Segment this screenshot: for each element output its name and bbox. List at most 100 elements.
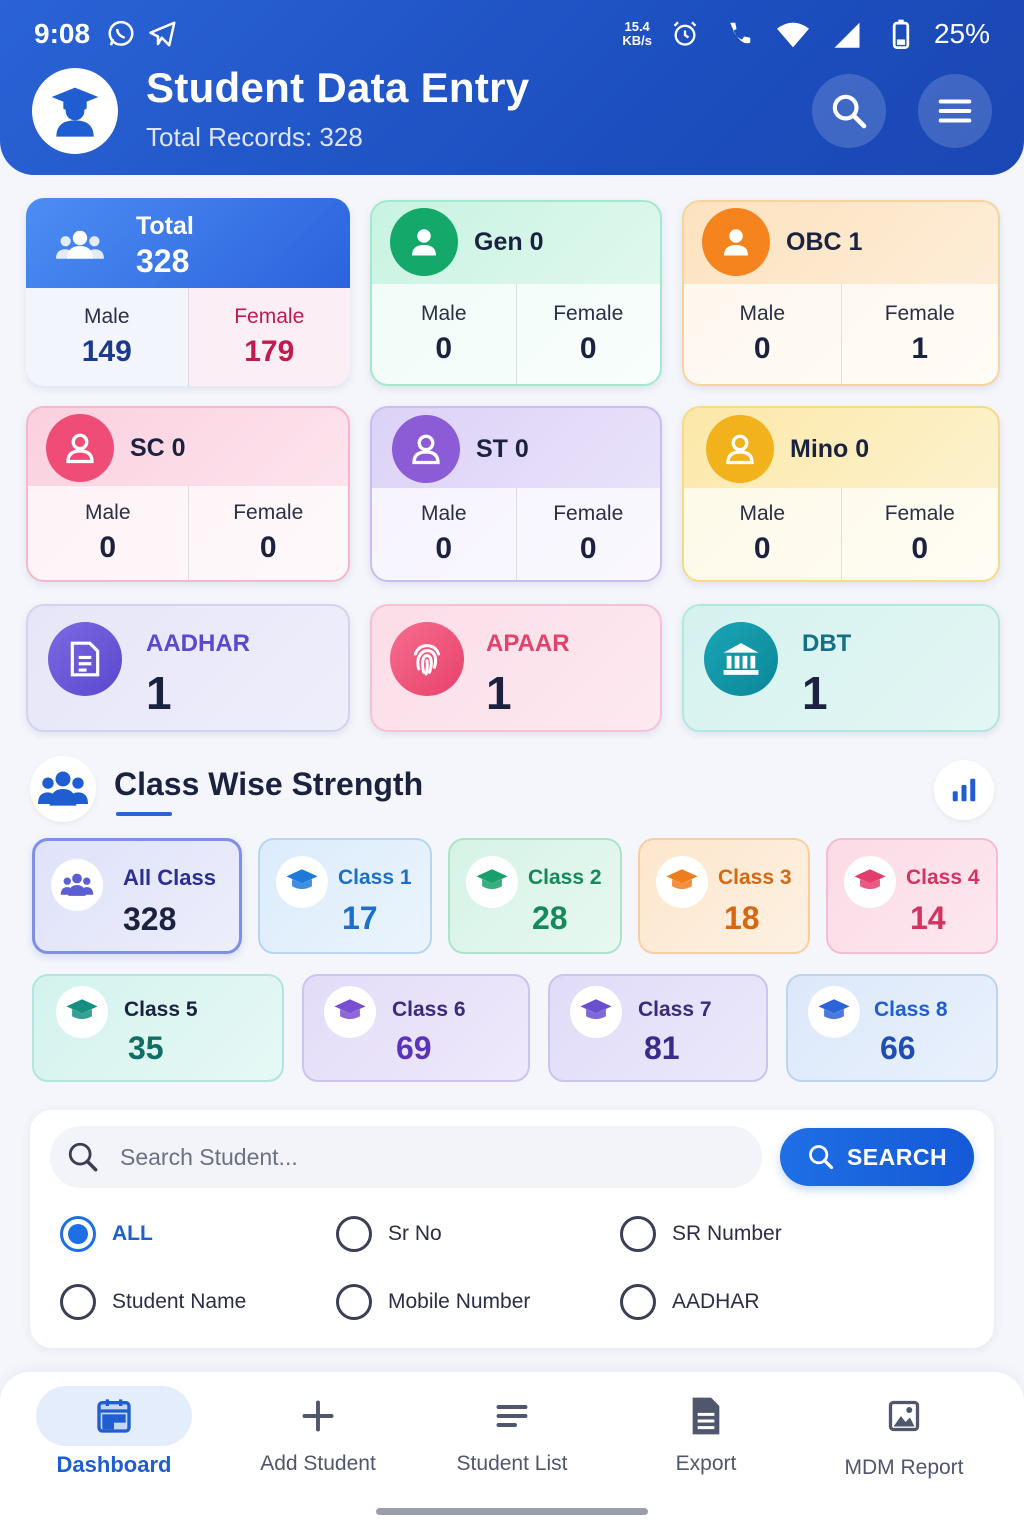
obc-female-value: 1 bbox=[911, 332, 929, 365]
image-icon bbox=[888, 1400, 920, 1432]
sc-male-value: 0 bbox=[99, 531, 117, 564]
total-card[interactable]: Total 328 Male 149 Female 179 bbox=[26, 198, 350, 386]
radio-label: Sr No bbox=[388, 1222, 442, 1245]
st-card[interactable]: ST 0 Male 0 Female 0 bbox=[370, 406, 662, 582]
aadhar-value: 1 bbox=[146, 667, 172, 719]
class-tile-1[interactable]: Class 1 17 bbox=[258, 838, 432, 954]
sc-user-icon bbox=[46, 414, 114, 482]
radio-button[interactable] bbox=[336, 1216, 372, 1252]
hamburger-menu-icon bbox=[938, 99, 972, 123]
wifi-icon bbox=[776, 17, 810, 51]
nav-label: Student List bbox=[456, 1452, 568, 1475]
nav-label: MDM Report bbox=[844, 1456, 964, 1479]
st-male-label: Male bbox=[420, 502, 467, 525]
page-title: Student Data Entry bbox=[146, 64, 530, 111]
sc-label: SC 0 bbox=[130, 433, 186, 462]
sc-male-label: Male bbox=[84, 501, 131, 524]
aadhar-card[interactable]: AADHAR 1 bbox=[26, 604, 350, 732]
st-female-value: 0 bbox=[579, 532, 597, 565]
class-tile-7[interactable]: Class 7 81 bbox=[548, 974, 768, 1082]
class-tile-3[interactable]: Class 3 18 bbox=[638, 838, 810, 954]
st-user-icon bbox=[392, 415, 460, 483]
nav-mdm-report[interactable]: MDM Report bbox=[802, 1372, 1006, 1492]
nav-export[interactable]: Export bbox=[604, 1372, 808, 1492]
radio-sr-no[interactable]: Sr No bbox=[336, 1216, 442, 1252]
radio-label: AADHAR bbox=[672, 1290, 760, 1313]
radio-button[interactable] bbox=[60, 1216, 96, 1252]
search-icon bbox=[832, 94, 867, 129]
search-field[interactable] bbox=[50, 1126, 762, 1188]
gen-female-value: 0 bbox=[579, 332, 597, 365]
nav-student-list[interactable]: Student List bbox=[410, 1372, 614, 1492]
gen-male-label: Male bbox=[420, 302, 467, 325]
graduation-cap-icon bbox=[466, 856, 518, 908]
class-tile-8[interactable]: Class 8 66 bbox=[786, 974, 998, 1082]
students-group-icon bbox=[52, 218, 108, 274]
mino-card[interactable]: Mino 0 Male 0 Female 0 bbox=[682, 406, 1000, 582]
search-icon bbox=[809, 1145, 834, 1170]
radio-student-name[interactable]: Student Name bbox=[60, 1284, 246, 1320]
class-tile-all[interactable]: All Class 328 bbox=[32, 838, 242, 954]
apaar-card[interactable]: APAAR 1 bbox=[370, 604, 662, 732]
radio-aadhar[interactable]: AADHAR bbox=[620, 1284, 760, 1320]
class-tile-6[interactable]: Class 6 69 bbox=[302, 974, 530, 1082]
graduation-cap-icon bbox=[844, 856, 896, 908]
radio-button[interactable] bbox=[620, 1284, 656, 1320]
graduation-cap-icon bbox=[324, 986, 376, 1038]
nav-add-student[interactable]: Add Student bbox=[216, 1372, 420, 1492]
obc-male-value: 0 bbox=[753, 332, 771, 365]
search-icon bbox=[68, 1142, 98, 1172]
home-indicator[interactable] bbox=[376, 1508, 648, 1515]
plus-icon bbox=[302, 1400, 334, 1432]
chart-button[interactable] bbox=[934, 760, 994, 820]
radio-button[interactable] bbox=[60, 1284, 96, 1320]
battery-icon bbox=[884, 17, 918, 51]
st-male-value: 0 bbox=[435, 532, 453, 565]
total-male-value: 149 bbox=[81, 335, 132, 368]
list-icon bbox=[496, 1405, 528, 1427]
sc-card[interactable]: SC 0 Male 0 Female 0 bbox=[26, 406, 350, 582]
class-tile-4[interactable]: Class 4 14 bbox=[826, 838, 998, 954]
status-time: 9:08 bbox=[34, 18, 91, 49]
search-panel: SEARCH ALL Sr No SR Number Student Name … bbox=[30, 1110, 994, 1348]
class-tile-value: 81 bbox=[644, 1030, 680, 1066]
section-title: Class Wise Strength bbox=[114, 766, 424, 802]
radio-sr-number[interactable]: SR Number bbox=[620, 1216, 782, 1252]
search-button-header[interactable] bbox=[812, 74, 886, 148]
bank-icon bbox=[704, 622, 778, 696]
search-submit-button[interactable]: SEARCH bbox=[780, 1128, 974, 1186]
obc-female-label: Female bbox=[884, 302, 955, 325]
mino-male-value: 0 bbox=[753, 532, 771, 565]
class-tile-5[interactable]: Class 5 35 bbox=[32, 974, 284, 1082]
total-male-label: Male bbox=[83, 305, 130, 328]
menu-button[interactable] bbox=[918, 74, 992, 148]
nav-dashboard[interactable]: Dashboard bbox=[12, 1372, 216, 1492]
total-female-label: Female bbox=[234, 305, 305, 328]
graduation-cap-icon bbox=[56, 986, 108, 1038]
graduate-avatar-icon bbox=[32, 68, 118, 154]
class-tile-label: Class 4 bbox=[906, 866, 980, 889]
radio-button[interactable] bbox=[336, 1284, 372, 1320]
dbt-value: 1 bbox=[802, 667, 828, 719]
obc-card[interactable]: OBC 1 Male 0 Female 1 bbox=[682, 200, 1000, 386]
radio-all[interactable]: ALL bbox=[60, 1216, 153, 1252]
search-input[interactable] bbox=[120, 1143, 680, 1171]
fingerprint-icon bbox=[390, 622, 464, 696]
mino-label: Mino 0 bbox=[790, 434, 870, 463]
document-icon bbox=[692, 1397, 720, 1435]
dashboard-icon bbox=[97, 1399, 131, 1433]
mino-female-label: Female bbox=[884, 502, 955, 525]
radio-mobile-number[interactable]: Mobile Number bbox=[336, 1284, 530, 1320]
class-tile-2[interactable]: Class 2 28 bbox=[448, 838, 622, 954]
class-tile-value: 14 bbox=[910, 900, 946, 936]
radio-button[interactable] bbox=[620, 1216, 656, 1252]
total-records-subtitle: Total Records: 328 bbox=[146, 122, 363, 152]
class-tile-value: 66 bbox=[880, 1030, 916, 1066]
dbt-card[interactable]: DBT 1 bbox=[682, 604, 1000, 732]
class-tile-value: 18 bbox=[724, 900, 760, 936]
nav-label: Export bbox=[675, 1452, 737, 1475]
status-bar: 9:08 15.4 KB/s 25% bbox=[34, 14, 990, 54]
radio-label: Student Name bbox=[112, 1290, 247, 1313]
st-label: ST 0 bbox=[476, 434, 529, 463]
gen-card[interactable]: Gen 0 Male 0 Female 0 bbox=[370, 200, 662, 386]
